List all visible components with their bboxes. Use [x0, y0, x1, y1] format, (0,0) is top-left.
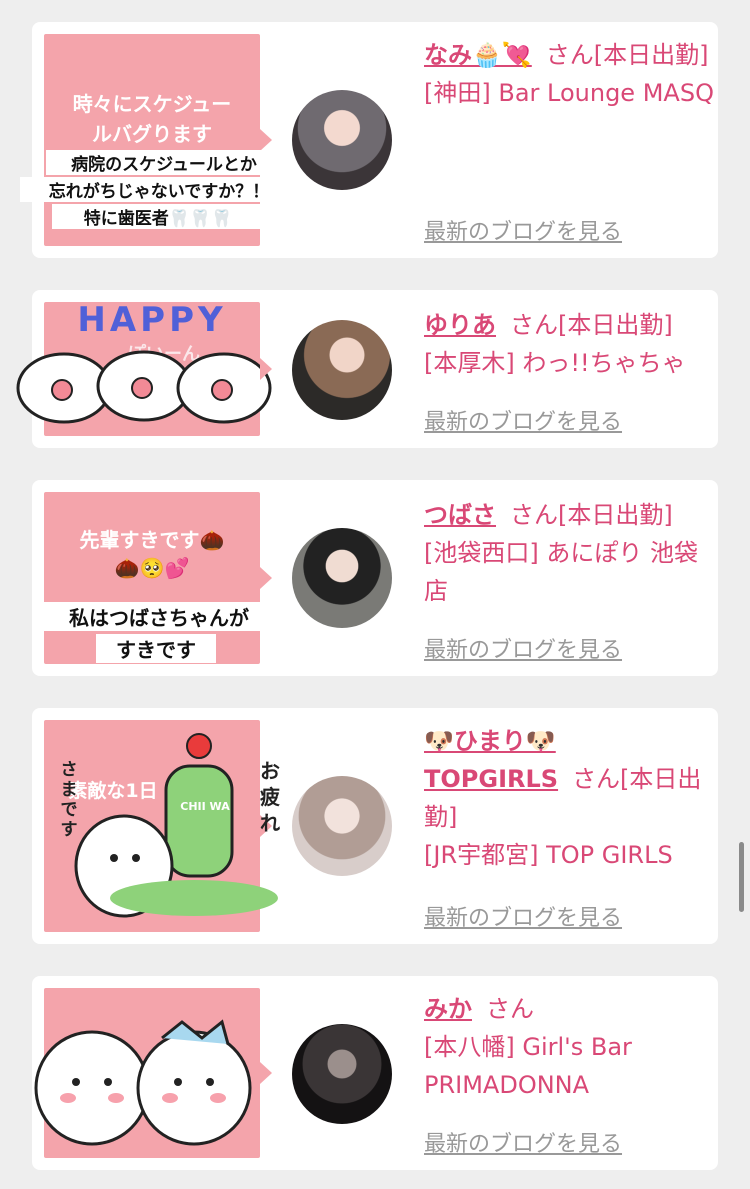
avatar[interactable] [292, 528, 392, 628]
sticker-text: ルバグります [92, 122, 212, 146]
store-text: [神田] Bar Lounge MASQ [424, 79, 714, 107]
sticker-text: HAPPY [77, 300, 227, 340]
store-text: [池袋西口] あにぽり 池袋店 [424, 539, 698, 605]
sticker-text: お疲れ [260, 759, 280, 835]
cast-card[interactable]: 先輩すきです🌰 🌰🥺💕 私はつばさちゃんが すきです つばさ さん[本日出勤] [… [32, 480, 718, 676]
sticker-image[interactable]: 素敵な1日 さまです CHII WA [44, 720, 278, 932]
store-text: [JR宇都宮] TOP GIRLS [424, 841, 673, 869]
avatar[interactable] [292, 320, 392, 420]
avatar[interactable] [292, 776, 392, 876]
sticker-caption: 特に歯医者🦷🦷🦷 [52, 204, 264, 229]
cast-name-link[interactable]: つばさ [424, 501, 496, 529]
sticker-caption: すきです [96, 634, 216, 663]
latest-blog-link[interactable]: 最新のブログを見る [424, 900, 622, 932]
cast-name-link[interactable]: みか [424, 995, 472, 1023]
cast-name-link[interactable]: TOPGIRLS [424, 765, 558, 793]
sticker-caption: 忘れがちじゃないですか？！ [20, 177, 298, 202]
sticker-caption: 私はつばさちゃんが [36, 602, 282, 631]
cast-name-link[interactable]: なみ🧁💘 [424, 41, 532, 69]
sticker-image[interactable]: HAPPY ぽいーん [16, 300, 272, 436]
latest-blog-link[interactable]: 最新のブログを見る [424, 214, 622, 246]
sticker-text: 🌰🥺💕 [114, 556, 190, 580]
avatar[interactable] [292, 90, 392, 190]
cast-card[interactable]: 素敵な1日 さまです CHII WA お疲れ 🐶ひまり🐶 TOPGIRLS さん[… [32, 708, 718, 944]
sticker-image[interactable] [34, 988, 272, 1158]
sticker-text: CHII WA [180, 800, 230, 813]
status-text: さん[本日出勤] [545, 41, 709, 69]
character-illustration [74, 733, 278, 918]
cast-card[interactable]: みか さん [本八幡] Girl's Bar PRIMADONNA 最新のブログを… [32, 976, 718, 1170]
cast-name-link[interactable]: ゆりあ [424, 311, 496, 339]
status-text: さん[本日出勤] [510, 311, 673, 339]
avatar[interactable] [292, 1024, 392, 1124]
status-text: さん [486, 995, 534, 1023]
cast-card[interactable]: HAPPY ぽいーん ゆりあさん[本日出勤] [本厚木] わっ!!ちゃちゃ 最新… [16, 290, 718, 448]
latest-blog-link[interactable]: 最新のブログを見る [424, 404, 622, 436]
sticker-caption: 病院のスケジュールとか [46, 150, 282, 175]
cast-name-link[interactable]: 🐶ひまり🐶 [424, 727, 556, 755]
latest-blog-link[interactable]: 最新のブログを見る [424, 632, 622, 664]
cast-card[interactable]: 時々にスケジュー ルバグります 病院のスケジュールとか 忘れがちじゃないですか？… [20, 22, 718, 258]
store-text: [本厚木] わっ!!ちゃちゃ [424, 349, 686, 377]
store-text: [本八幡] Girl's Bar PRIMADONNA [424, 1033, 632, 1099]
scrollbar[interactable] [739, 842, 744, 912]
status-text: さん[本日出勤] [510, 501, 673, 529]
latest-blog-link[interactable]: 最新のブログを見る [424, 1126, 622, 1158]
sticker-text: 時々にスケジュー [72, 92, 232, 116]
character-illustration [16, 350, 272, 424]
sticker-text: 先輩すきです🌰 [79, 528, 225, 552]
character-illustration [34, 1019, 252, 1146]
